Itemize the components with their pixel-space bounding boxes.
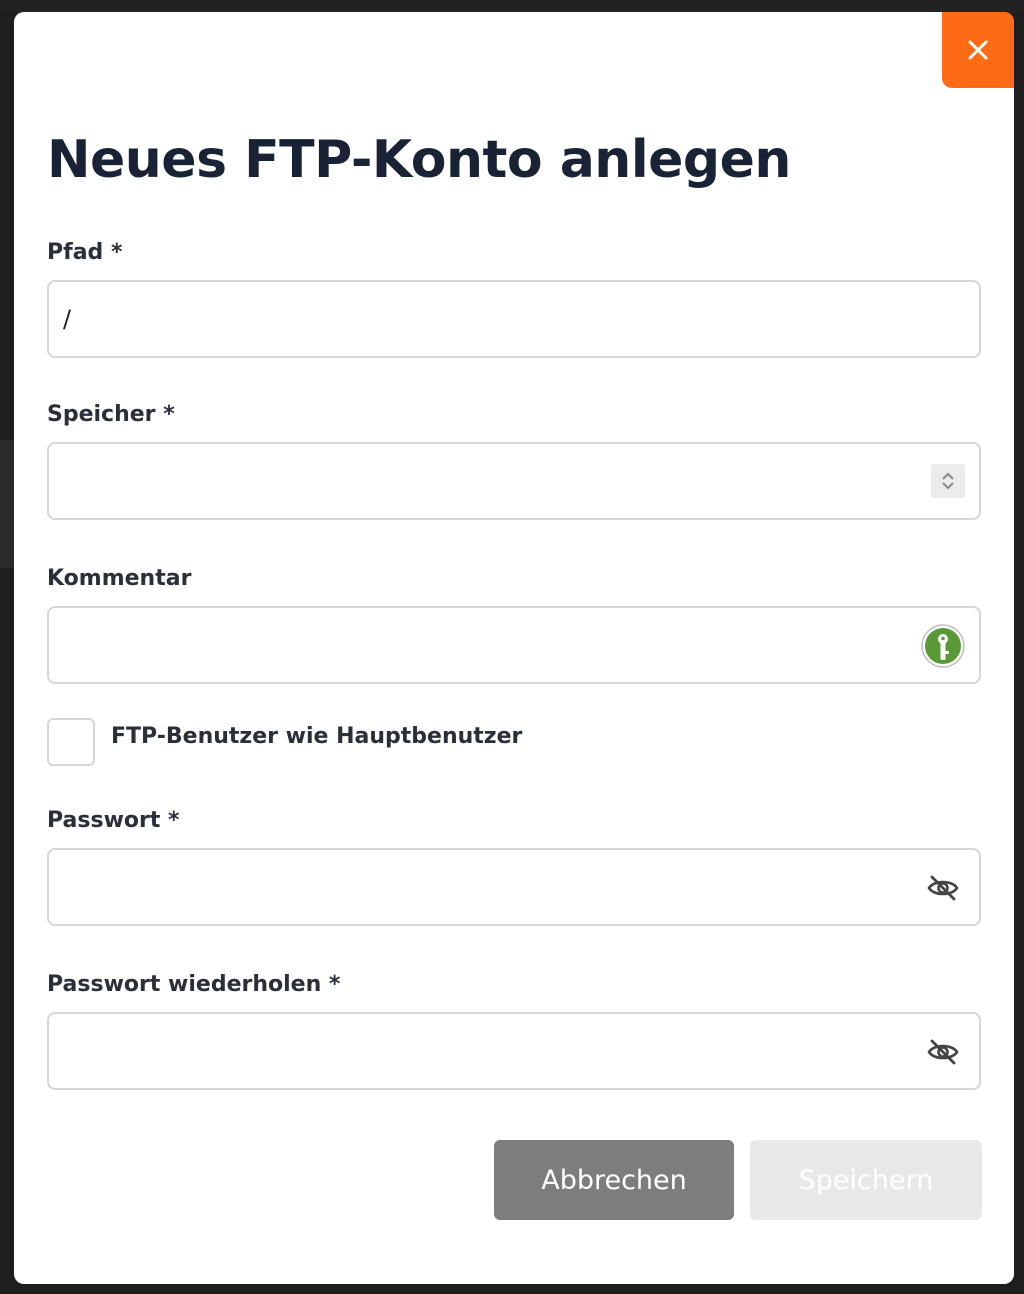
password-repeat-label: Passwort wiederholen * <box>47 972 341 997</box>
password-field <box>47 848 981 926</box>
path-label: Pfad * <box>47 240 123 265</box>
same-user-checkbox-label[interactable]: FTP-Benutzer wie Hauptbenutzer <box>111 724 522 749</box>
password-repeat-field <box>47 1012 981 1090</box>
eye-slash-icon[interactable] <box>927 874 959 902</box>
same-user-checkbox[interactable] <box>47 718 95 766</box>
comment-label: Kommentar <box>47 566 192 591</box>
dialog-title: Neues FTP-Konto anlegen <box>47 130 791 190</box>
background-page-band <box>0 440 14 568</box>
chevron-up-icon[interactable] <box>941 471 955 481</box>
save-button[interactable]: Speichern <box>750 1140 982 1220</box>
path-input[interactable] <box>49 282 923 356</box>
ftp-account-dialog: Neues FTP-Konto anlegen Pfad * Speicher … <box>14 12 1014 1284</box>
close-button[interactable] <box>942 12 1014 88</box>
storage-input[interactable] <box>49 444 923 518</box>
comment-field <box>47 606 981 684</box>
storage-label: Speicher * <box>47 402 175 427</box>
path-field <box>47 280 981 358</box>
eye-slash-icon[interactable] <box>927 1038 959 1066</box>
number-stepper[interactable] <box>931 464 965 498</box>
password-label: Passwort * <box>47 808 180 833</box>
close-icon <box>968 40 988 60</box>
password-manager-key-icon[interactable] <box>921 624 965 668</box>
background-page <box>0 0 1024 12</box>
storage-field <box>47 442 981 520</box>
chevron-down-icon[interactable] <box>941 481 955 491</box>
password-input[interactable] <box>49 850 923 924</box>
password-repeat-input[interactable] <box>49 1014 923 1088</box>
cancel-button[interactable]: Abbrechen <box>494 1140 734 1220</box>
comment-input[interactable] <box>49 608 923 682</box>
